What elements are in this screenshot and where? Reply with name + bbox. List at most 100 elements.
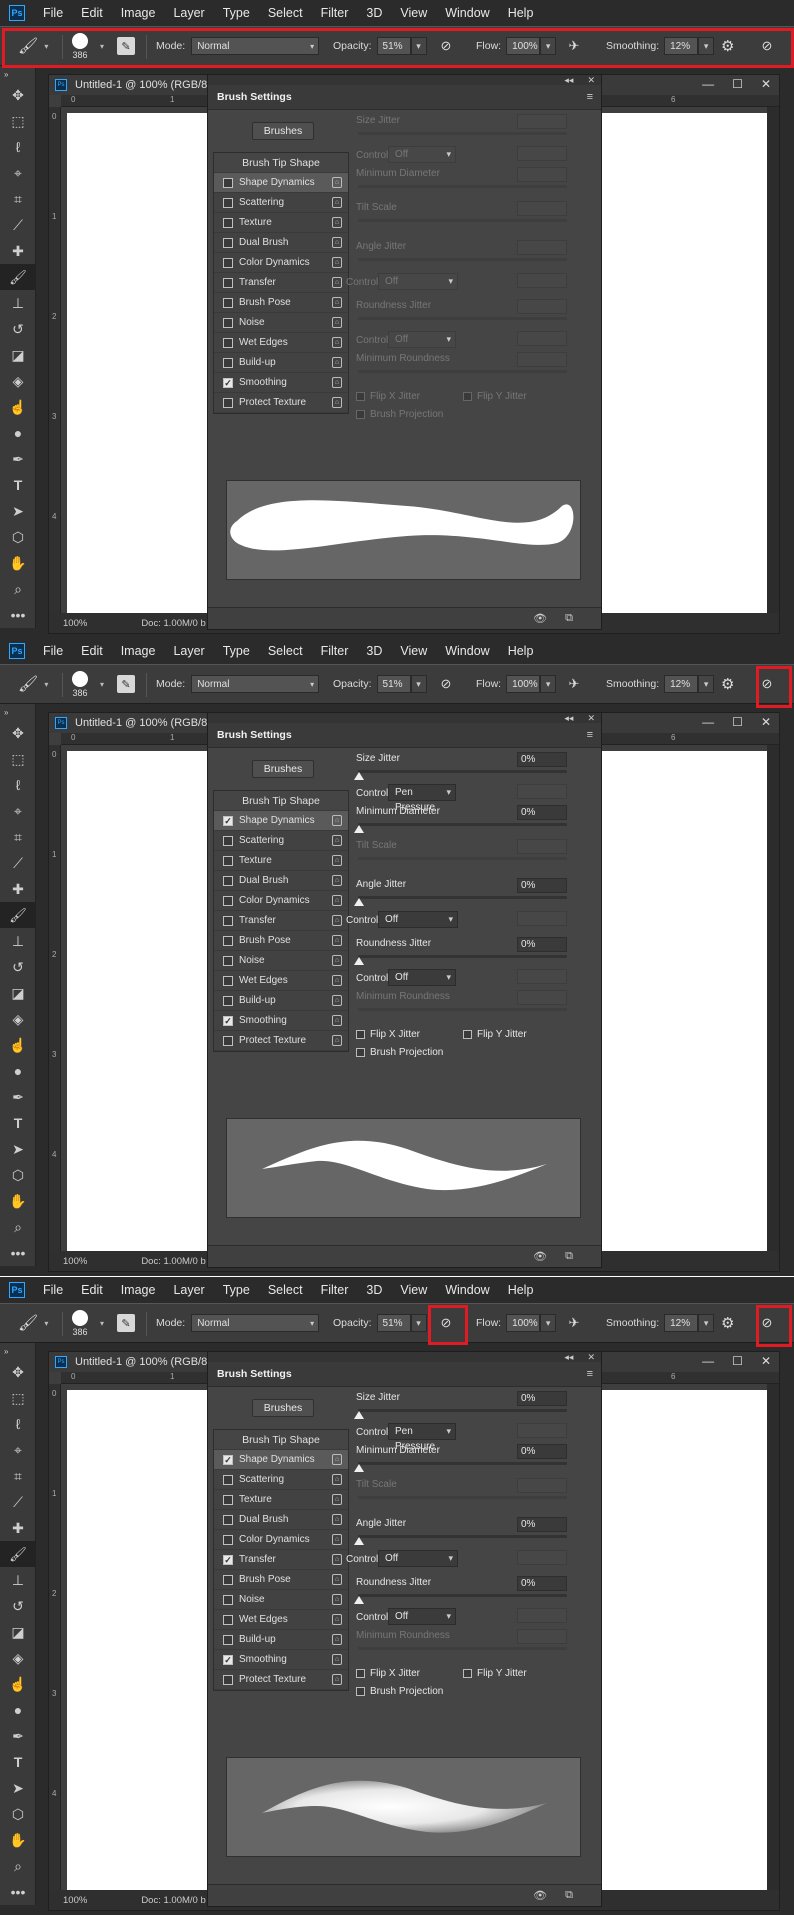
smoothing-input[interactable]: 12% bbox=[664, 675, 699, 693]
option-checkbox[interactable] bbox=[223, 237, 233, 248]
slider-knob[interactable] bbox=[354, 898, 364, 906]
option-checkbox[interactable] bbox=[223, 1534, 233, 1545]
crop-tool-icon[interactable]: ⌗ bbox=[0, 1463, 36, 1489]
collapse-arrows-icon[interactable]: » bbox=[0, 704, 36, 720]
lock-icon[interactable]: ⌂ bbox=[332, 995, 342, 1006]
smoothing-slider-chevron[interactable]: ▾ bbox=[698, 675, 715, 693]
option-checkbox[interactable] bbox=[223, 915, 233, 926]
option-checkbox[interactable] bbox=[223, 855, 233, 866]
airbrush-button[interactable]: ✈ bbox=[563, 27, 585, 65]
path-selection-tool-icon[interactable]: ➤ bbox=[0, 1136, 36, 1162]
min-diameter-input[interactable]: 0% bbox=[517, 1444, 567, 1459]
panel-menu-icon[interactable]: ≡ bbox=[587, 91, 593, 103]
marquee-tool-icon[interactable]: ⬚ bbox=[0, 746, 36, 772]
doc-size-info[interactable]: Doc: 1.00M/0 b bbox=[141, 1895, 205, 1906]
paint-bucket-tool-icon[interactable]: ◈ bbox=[0, 1645, 36, 1671]
menu-layer[interactable]: Layer bbox=[173, 1283, 204, 1297]
brush-preset-picker[interactable]: 386 bbox=[72, 1304, 88, 1342]
panel-title[interactable]: Brush Settings bbox=[217, 729, 292, 741]
brush-option-build-up[interactable]: Build-up ⌂ bbox=[214, 353, 348, 373]
menu-window[interactable]: Window bbox=[445, 644, 489, 658]
healing-brush-tool-icon[interactable]: ✚ bbox=[0, 876, 36, 902]
brush-option-protect-texture[interactable]: Protect Texture ⌂ bbox=[214, 1670, 348, 1690]
lock-icon[interactable]: ⌂ bbox=[332, 935, 342, 946]
slider-track[interactable] bbox=[358, 770, 567, 773]
lasso-tool-icon[interactable]: ℓ bbox=[0, 134, 36, 160]
lock-icon[interactable]: ⌂ bbox=[332, 337, 342, 348]
brush-tool-icon[interactable]: 🖌 bbox=[0, 1541, 36, 1567]
lock-icon[interactable]: ⌂ bbox=[332, 1634, 342, 1645]
type-tool-icon[interactable]: T bbox=[0, 1110, 36, 1136]
angle-jitter-input[interactable]: 0% bbox=[517, 1517, 567, 1532]
minimize-icon[interactable]: — bbox=[702, 77, 714, 91]
zoom-level[interactable]: 100% bbox=[63, 1895, 87, 1906]
brush-option-color-dynamics[interactable]: Color Dynamics ⌂ bbox=[214, 891, 348, 911]
option-checkbox[interactable] bbox=[223, 935, 233, 946]
option-checkbox[interactable]: ✓ bbox=[223, 377, 233, 388]
opacity-input[interactable]: 51% bbox=[376, 675, 411, 693]
toggle-live-tip-icon[interactable]: 👁 bbox=[533, 1250, 547, 1263]
brush-option-texture[interactable]: Texture ⌂ bbox=[214, 1490, 348, 1510]
option-checkbox[interactable]: ✓ bbox=[223, 1015, 233, 1026]
lock-icon[interactable]: ⌂ bbox=[332, 1015, 342, 1026]
brush-option-dual-brush[interactable]: Dual Brush ⌂ bbox=[214, 233, 348, 253]
option-checkbox[interactable] bbox=[223, 1614, 233, 1625]
create-new-brush-icon[interactable]: ⧉ bbox=[565, 1889, 573, 1902]
collapse-panel-icon[interactable]: ◂◂ bbox=[564, 1352, 573, 1363]
option-checkbox[interactable] bbox=[223, 1514, 233, 1525]
lock-icon[interactable]: ⌂ bbox=[332, 357, 342, 368]
brush-option-shape-dynamics[interactable]: ✓ Shape Dynamics ⌂ bbox=[214, 1450, 348, 1470]
option-checkbox[interactable] bbox=[223, 975, 233, 986]
brush-preset-chevron[interactable]: ▾ bbox=[100, 665, 104, 703]
pen-tool-icon[interactable]: ✒ bbox=[0, 1723, 36, 1749]
brush-projection-checkbox[interactable]: Brush Projection bbox=[356, 1686, 443, 1697]
brush-option-dual-brush[interactable]: Dual Brush ⌂ bbox=[214, 1510, 348, 1530]
move-tool-icon[interactable]: ✥ bbox=[0, 720, 36, 746]
brush-preset-chevron[interactable]: ▾ bbox=[100, 1304, 104, 1342]
flow-input[interactable]: 100% bbox=[506, 675, 541, 693]
angle-jitter-input[interactable]: 0% bbox=[517, 878, 567, 893]
lasso-tool-icon[interactable]: ℓ bbox=[0, 1411, 36, 1437]
flow-slider-chevron[interactable]: ▾ bbox=[540, 1314, 557, 1332]
path-selection-tool-icon[interactable]: ➤ bbox=[0, 498, 36, 524]
collapse-panel-icon[interactable]: ◂◂ bbox=[564, 75, 573, 86]
more-tools-icon[interactable]: ••• bbox=[0, 1240, 36, 1266]
option-checkbox[interactable] bbox=[223, 1674, 233, 1685]
quick-select-tool-icon[interactable]: ⌖ bbox=[0, 160, 36, 186]
roundness-jitter-input[interactable]: 0% bbox=[517, 937, 567, 952]
lock-icon[interactable]: ⌂ bbox=[332, 1554, 342, 1565]
brush-option-transfer[interactable]: ✓ Transfer ⌂ bbox=[214, 1550, 348, 1570]
shape-tool-icon[interactable]: ⬡ bbox=[0, 1801, 36, 1827]
paint-bucket-tool-icon[interactable]: ◈ bbox=[0, 1006, 36, 1032]
brushes-button[interactable]: Brushes bbox=[252, 760, 314, 778]
brush-option-noise[interactable]: Noise ⌂ bbox=[214, 313, 348, 333]
marquee-tool-icon[interactable]: ⬚ bbox=[0, 1385, 36, 1411]
brush-option-transfer[interactable]: Transfer ⌂ bbox=[214, 911, 348, 931]
lock-icon[interactable]: ⌂ bbox=[332, 197, 342, 208]
option-checkbox[interactable] bbox=[223, 257, 233, 268]
close-panel-icon[interactable]: ✕ bbox=[587, 75, 595, 86]
menu-view[interactable]: View bbox=[400, 1283, 427, 1297]
slider-track[interactable] bbox=[358, 896, 567, 899]
menu-file[interactable]: File bbox=[43, 644, 63, 658]
eraser-tool-icon[interactable]: ◪ bbox=[0, 980, 36, 1006]
brush-tool-icon[interactable]: 🖌 bbox=[0, 264, 36, 290]
move-tool-icon[interactable]: ✥ bbox=[0, 82, 36, 108]
zoom-tool-icon[interactable]: ⌕ bbox=[0, 1853, 36, 1879]
type-tool-icon[interactable]: T bbox=[0, 472, 36, 498]
paint-bucket-tool-icon[interactable]: ◈ bbox=[0, 368, 36, 394]
brush-preset-chevron[interactable]: ▾ bbox=[100, 27, 104, 65]
eyedropper-tool-icon[interactable]: ⟋ bbox=[0, 212, 36, 238]
slider-knob[interactable] bbox=[354, 1596, 364, 1604]
flip-x-jitter-checkbox[interactable]: Flip X Jitter bbox=[356, 1668, 420, 1679]
history-brush-tool-icon[interactable]: ↺ bbox=[0, 954, 36, 980]
menu-window[interactable]: Window bbox=[445, 6, 489, 20]
opacity-input[interactable]: 51% bbox=[376, 37, 411, 55]
flip-y-jitter-checkbox[interactable]: Flip Y Jitter bbox=[463, 1668, 527, 1679]
menu-filter[interactable]: Filter bbox=[321, 644, 349, 658]
menu-layer[interactable]: Layer bbox=[173, 644, 204, 658]
menu-file[interactable]: File bbox=[43, 1283, 63, 1297]
option-checkbox[interactable] bbox=[223, 397, 233, 408]
panel-title[interactable]: Brush Settings bbox=[217, 1368, 292, 1380]
option-checkbox[interactable]: ✓ bbox=[223, 815, 233, 826]
